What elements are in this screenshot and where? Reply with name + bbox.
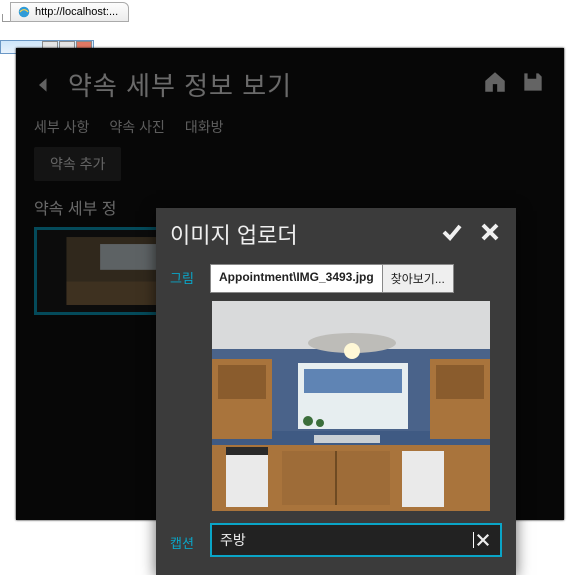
back-button[interactable] <box>34 71 54 99</box>
tab-photos[interactable]: 약속 사진 <box>109 117 164 137</box>
caption-input[interactable] <box>220 532 472 548</box>
browser-url: http://localhost:... <box>35 6 118 18</box>
tab-details[interactable]: 세부 사항 <box>34 117 89 137</box>
ie-icon <box>17 5 31 19</box>
image-uploader-modal: 이미지 업로더 그림 Appointment\IMG_3493.jpg 찾아보기… <box>156 208 516 575</box>
image-preview <box>212 301 490 511</box>
tab-chat[interactable]: 대화방 <box>185 117 224 137</box>
app-window: 약속 세부 정보 보기 세부 사항 약속 사진 대화방 약속 추가 약속 세부 … <box>16 48 564 520</box>
modal-title: 이미지 업로더 <box>170 218 298 250</box>
browser-tab[interactable]: http://localhost:... <box>10 2 129 22</box>
browse-button[interactable]: 찾아보기... <box>383 264 454 293</box>
caption-label: 캡션 <box>170 529 200 552</box>
save-icon[interactable] <box>520 69 546 100</box>
page-title: 약속 세부 정보 보기 <box>68 66 292 103</box>
subtab-bar: 세부 사항 약속 사진 대화방 <box>16 109 564 147</box>
clear-caption-icon[interactable] <box>474 531 492 549</box>
home-icon[interactable] <box>482 69 508 100</box>
add-appointment-button[interactable]: 약속 추가 <box>34 147 121 181</box>
close-icon[interactable] <box>478 220 502 249</box>
image-label: 그림 <box>170 264 200 287</box>
caption-field-wrap[interactable] <box>210 523 502 557</box>
filepath-display: Appointment\IMG_3493.jpg <box>210 264 383 293</box>
confirm-icon[interactable] <box>440 220 464 249</box>
